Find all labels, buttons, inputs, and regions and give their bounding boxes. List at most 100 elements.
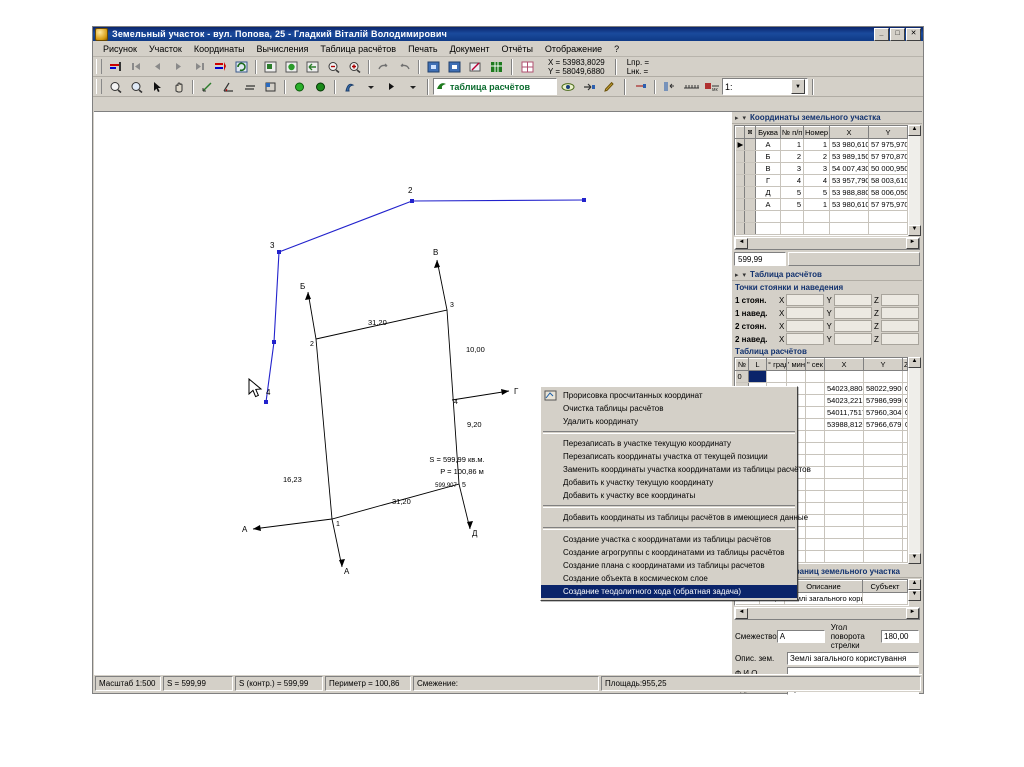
border-scroll-right-button[interactable]: ► — [906, 608, 919, 619]
scroll-right-button[interactable]: ► — [906, 238, 919, 249]
rotate-input[interactable]: 180,00 — [881, 630, 919, 643]
cell-sec[interactable] — [805, 370, 825, 383]
coord-col-select[interactable]: ⊠ — [744, 126, 756, 139]
point-x-input[interactable] — [786, 307, 825, 319]
calc-table-button[interactable]: таблица расчётов — [433, 78, 557, 95]
close-button[interactable]: ✕ — [906, 27, 921, 41]
layer-visible-icon[interactable] — [424, 58, 443, 76]
point-x-input[interactable] — [786, 333, 825, 345]
parallel-icon[interactable] — [240, 78, 259, 96]
pointer-icon[interactable] — [148, 78, 167, 96]
panel-pin-icon[interactable]: ▸ — [735, 114, 739, 122]
point-y-input[interactable] — [833, 294, 872, 306]
point-z-input[interactable] — [880, 294, 919, 306]
cell-z[interactable]: 0 — [902, 382, 908, 395]
cell-x[interactable]: 53988,8126 — [824, 418, 864, 431]
nav-last-icon[interactable] — [190, 58, 209, 76]
menu-item-koordinaty[interactable]: Координаты — [188, 43, 251, 55]
menu-item-otchety[interactable]: Отчёты — [496, 43, 539, 55]
angle-icon[interactable] — [219, 78, 238, 96]
neighbor-input[interactable]: А — [776, 630, 825, 643]
context-menu-item[interactable]: Добавить к участку текущую координату — [541, 476, 797, 489]
cell-sec[interactable] — [805, 382, 825, 395]
table-row-empty[interactable] — [735, 222, 908, 235]
context-menu-item[interactable]: Создание объекта в космическом слое — [541, 572, 797, 585]
cell-min[interactable] — [786, 370, 806, 383]
row-select[interactable] — [744, 198, 756, 211]
nav-prev-icon[interactable] — [148, 58, 167, 76]
table-row[interactable]: 0 — [735, 370, 908, 383]
context-menu-item[interactable]: Создание плана с координатами из таблицы… — [541, 559, 797, 572]
scroll-left-button[interactable]: ◄ — [735, 238, 748, 249]
chevron-down-icon-coord[interactable]: ▾ — [743, 114, 747, 122]
point-z-input[interactable] — [880, 333, 919, 345]
menu-item-otobrazhenie[interactable]: Отображение — [539, 43, 608, 55]
cell-z[interactable]: 0 — [902, 394, 908, 407]
cell-y[interactable]: 58022,9900 — [863, 382, 903, 395]
context-menu-item[interactable]: Создание теодолитного хода (обратная зад… — [541, 585, 797, 598]
coord-panel-header[interactable]: ▸ ▾ Координаты земельного участка — [732, 112, 922, 124]
coord-table[interactable]: ⊠ Буква № п/п Номер X Y ▶А1153 980,61005… — [735, 126, 908, 235]
row-select[interactable] — [744, 150, 756, 163]
toolbar-grip-2[interactable] — [96, 79, 102, 94]
scroll-up-button[interactable]: ▲ — [908, 125, 921, 136]
redo-icon[interactable] — [395, 58, 414, 76]
magnifier-doc-icon[interactable] — [127, 78, 146, 96]
table-row[interactable]: А5153 980,610057 975,970 — [735, 198, 908, 211]
cell-y[interactable]: 57960,304 — [863, 406, 903, 419]
zoom-previous-icon[interactable] — [303, 58, 322, 76]
vertical-marks-icon[interactable] — [660, 78, 679, 96]
context-menu-item[interactable]: Заменить координаты участка координатами… — [541, 463, 811, 476]
border-scroll-down-button[interactable]: ▼ — [908, 590, 921, 601]
snap-node-alt-icon[interactable] — [311, 78, 330, 96]
row-select[interactable] — [744, 162, 756, 175]
pan-hand-icon[interactable] — [169, 78, 188, 96]
context-menu-item[interactable]: Добавить координаты из таблицы расчётов … — [541, 511, 808, 524]
cell-deg[interactable] — [766, 370, 787, 383]
play-arrow-icon[interactable] — [382, 78, 401, 96]
zoom-in-icon[interactable] — [345, 58, 364, 76]
table-row[interactable]: В3354 007,430050 000,950 — [735, 162, 908, 175]
border-vscrollbar[interactable]: ▲ ▼ — [908, 579, 921, 606]
eye-icon[interactable] — [558, 78, 577, 96]
layer-edit-icon[interactable] — [466, 58, 485, 76]
pencil-icon[interactable] — [600, 78, 619, 96]
ruler-icon[interactable] — [681, 78, 700, 96]
table-row[interactable]: Д5553 988,880058 006,050 — [735, 186, 908, 199]
chevron-down-icon-2[interactable] — [403, 78, 422, 96]
point-x-input[interactable] — [786, 320, 825, 332]
distance-icon[interactable]: мк — [702, 78, 721, 96]
calc-vscrollbar[interactable]: ▲ ▼ — [908, 357, 921, 564]
append-record-icon[interactable] — [211, 58, 230, 76]
menu-item-dokument[interactable]: Документ — [444, 43, 496, 55]
row-select[interactable] — [744, 186, 756, 199]
cell-y[interactable]: 57966,679 — [863, 418, 903, 431]
context-menu[interactable]: Прорисовка просчитанных координат Очистка… — [540, 386, 811, 601]
chevron-down-icon-calc[interactable]: ▾ — [743, 271, 747, 279]
grid-table-icon[interactable] — [487, 58, 506, 76]
menu-item-help[interactable]: ? — [608, 43, 625, 55]
point-x-input[interactable] — [786, 294, 825, 306]
magnifier-icon[interactable] — [106, 78, 125, 96]
point-z-input[interactable] — [880, 307, 919, 319]
cell-sec[interactable] — [805, 418, 825, 431]
context-menu-item[interactable]: Добавить к участку все координаты — [541, 489, 797, 502]
context-menu-item[interactable]: Перезаписать в участке текущую координат… — [541, 437, 797, 450]
coord-vscrollbar[interactable]: ▲ ▼ — [908, 125, 921, 236]
layer-lock-icon[interactable] — [445, 58, 464, 76]
menu-item-pechat[interactable]: Печать — [402, 43, 443, 55]
point-z-input[interactable] — [880, 320, 919, 332]
table-row-empty[interactable] — [735, 210, 908, 223]
context-menu-item[interactable]: Удалить координату — [541, 415, 797, 428]
cell-x[interactable]: 54011,7517 — [824, 406, 864, 419]
minimize-button[interactable]: _ — [874, 27, 889, 41]
scale-combo[interactable]: 1: ▼ — [722, 78, 808, 95]
menu-item-risunok[interactable]: Рисунок — [97, 43, 143, 55]
menu-item-tablica[interactable]: Таблица расчётов — [314, 43, 402, 55]
context-menu-item[interactable]: Создание агрогруппы с координатами из та… — [541, 546, 797, 559]
context-menu-item[interactable]: Прорисовка просчитанных координат — [541, 389, 797, 402]
style-icon[interactable] — [340, 78, 359, 96]
first-record-icon[interactable] — [106, 58, 125, 76]
scroll-down-button[interactable]: ▼ — [908, 225, 921, 236]
point-y-input[interactable] — [833, 333, 872, 345]
